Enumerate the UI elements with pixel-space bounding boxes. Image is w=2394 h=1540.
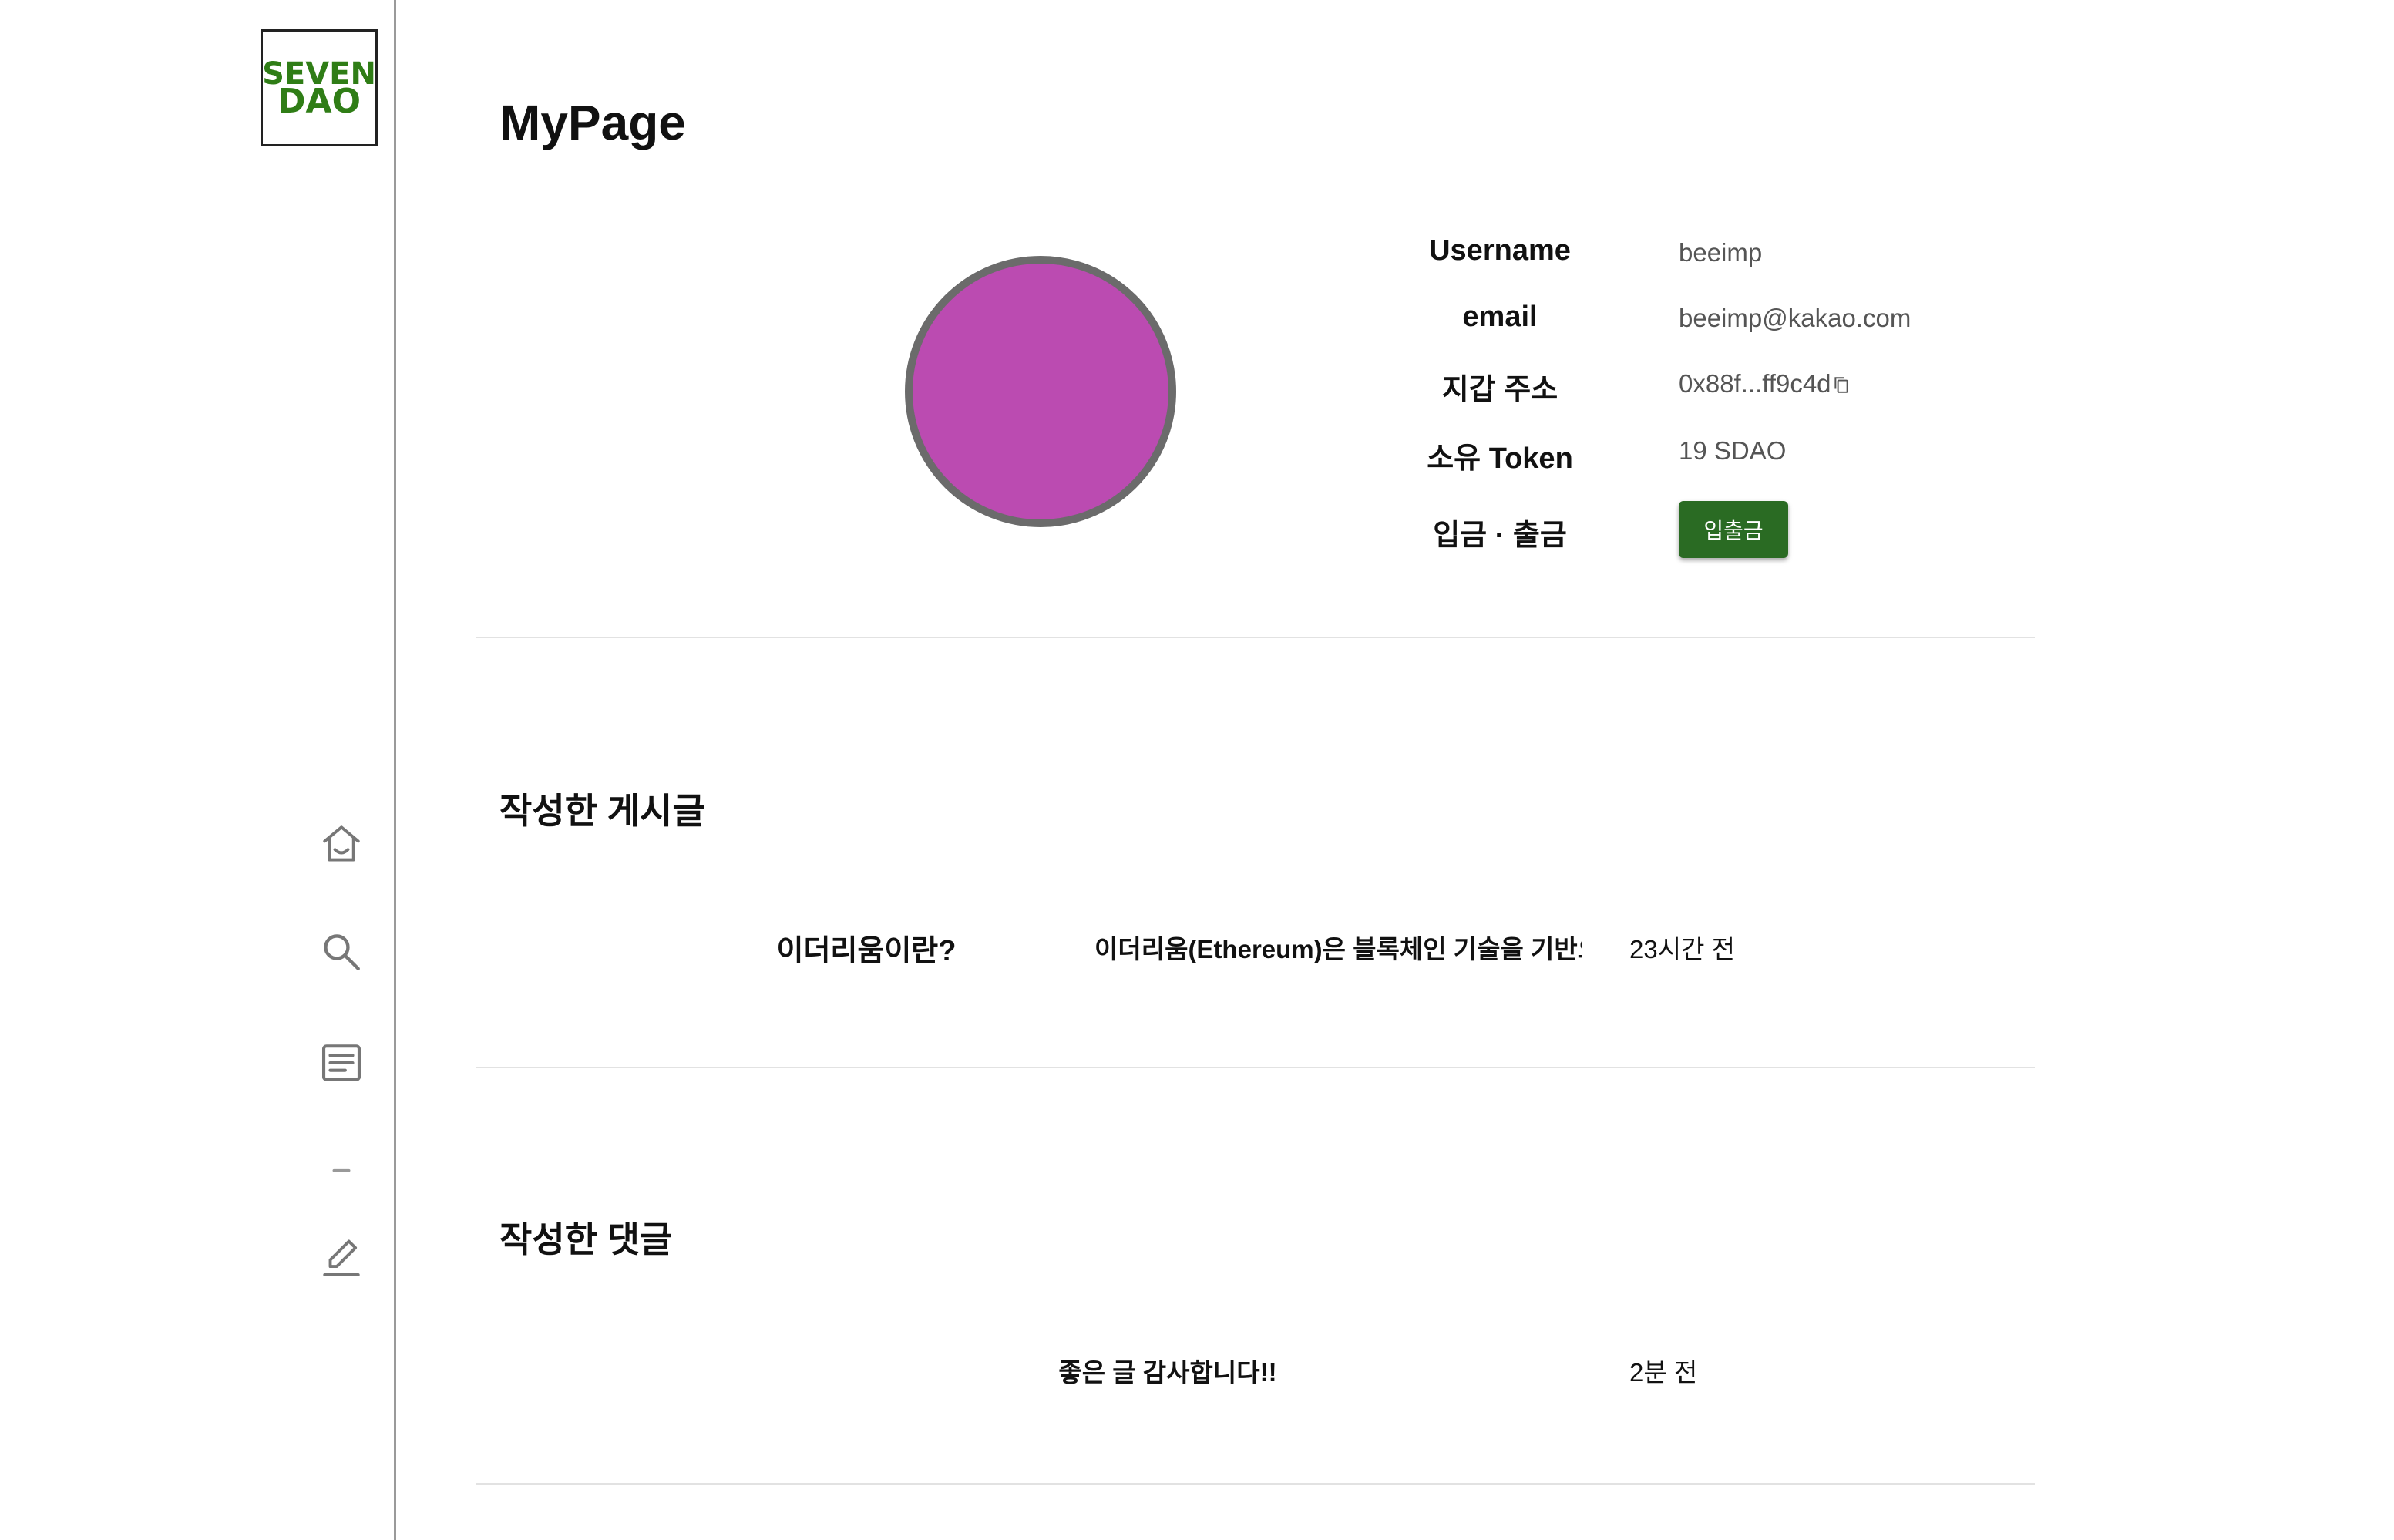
post-title[interactable]: 이더리움이란? xyxy=(758,926,974,969)
deposit-withdraw-button[interactable]: 입출금 xyxy=(1679,501,1788,558)
post-time: 23시간 전 xyxy=(1629,935,1735,963)
board-icon[interactable] xyxy=(316,1037,367,1088)
wallet-value: 0x88f...ff9c4d xyxy=(1679,369,1831,398)
comment-text[interactable]: 좋은 글 감사합니다!! xyxy=(1056,1352,1279,1389)
username-label: Username xyxy=(1429,234,1571,267)
wallet-label: 지갑 주소 xyxy=(1441,374,1558,406)
copy-icon[interactable] xyxy=(1833,375,1850,394)
divider xyxy=(476,637,2035,638)
comments-section-title: 작성한 댓글 xyxy=(499,1219,673,1259)
email-value: beeimp@kakao.com xyxy=(1679,304,1912,332)
avatar xyxy=(905,256,1176,527)
email-label: email xyxy=(1462,301,1538,333)
seven-dao-logo[interactable]: SEVEN DAO xyxy=(261,29,378,146)
divider xyxy=(476,1067,2035,1068)
token-label: 소유 Token xyxy=(1427,442,1573,475)
minus-icon[interactable] xyxy=(316,1138,367,1189)
home-icon[interactable] xyxy=(316,819,367,869)
divider xyxy=(476,1483,2035,1485)
post-preview: 이더리움(Ethereum)은 블록체인 기술을 기반으로 xyxy=(1094,935,1582,963)
deposit-label: 입금 · 출금 xyxy=(1433,519,1567,552)
sidebar: SEVEN DAO xyxy=(0,0,396,1540)
wallet-row: 0x88f...ff9c4d xyxy=(1679,369,1850,398)
token-value: 19 SDAO xyxy=(1679,436,1787,465)
username-value: beeimp xyxy=(1679,238,1763,267)
app-root: SEVEN DAO MyPage Username beeimp email b… xyxy=(0,0,2394,1540)
edit-icon[interactable] xyxy=(316,1232,367,1283)
posts-section-title: 작성한 게시글 xyxy=(499,791,705,831)
logo-line-2: DAO xyxy=(277,82,361,121)
search-icon[interactable] xyxy=(316,926,367,977)
comment-time: 2분 전 xyxy=(1629,1358,1698,1387)
page-title: MyPage xyxy=(499,95,686,150)
main-content: MyPage Username beeimp email beeimp@kaka… xyxy=(396,0,2394,1540)
